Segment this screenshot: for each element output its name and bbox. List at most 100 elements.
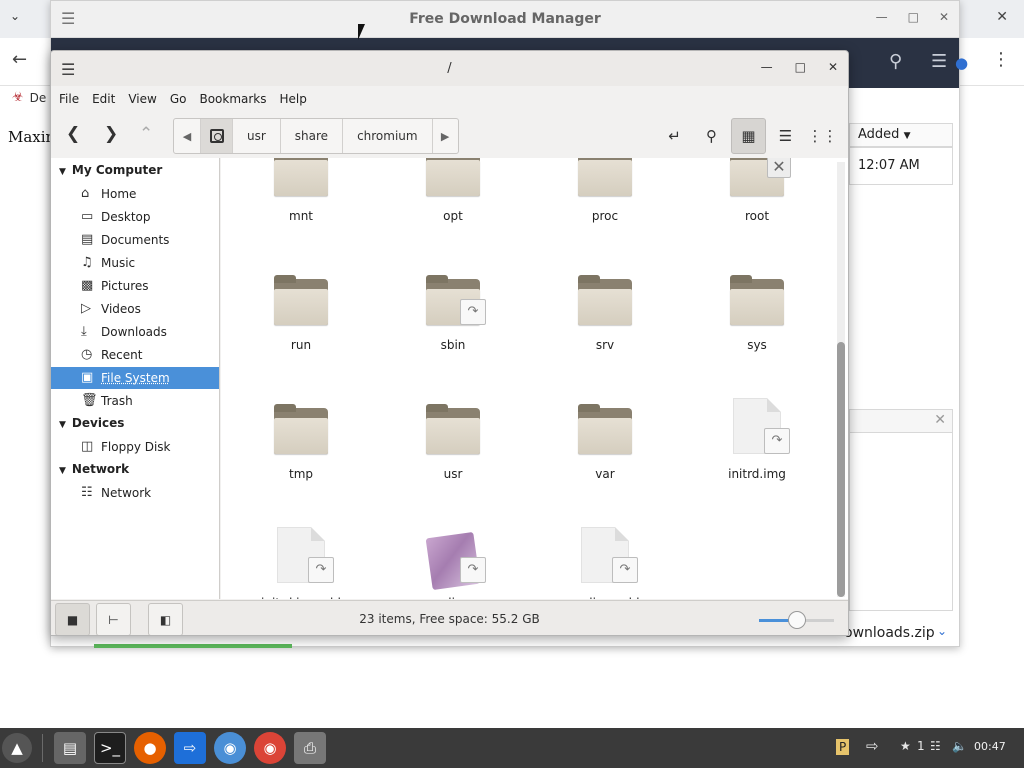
file-item-tmp[interactable]: tmp (236, 386, 366, 506)
menu-go[interactable]: Go (170, 89, 195, 111)
vertical-scrollbar[interactable] (837, 162, 845, 597)
file-item-sys[interactable]: sys (692, 257, 822, 377)
breadcrumb-share[interactable]: share (279, 119, 342, 153)
sidebar-item-recent[interactable]: ◷ Recent (51, 344, 219, 366)
volume-icon[interactable]: 🔈 (952, 739, 967, 753)
file-item-run[interactable]: run (236, 257, 366, 377)
file-item-root[interactable]: ✕ root (692, 158, 822, 248)
sidebar-header-network[interactable]: ▼ Network (59, 462, 129, 476)
download-row[interactable]: 12:07 AM (849, 147, 953, 185)
sidebar-item-desktop[interactable]: ▭ Desktop (51, 206, 219, 228)
sidebar-header-label: Network (71, 462, 130, 476)
menubar: File Edit View Go Bookmarks Help (51, 89, 320, 111)
column-header-added[interactable]: Added ▼ (849, 123, 953, 147)
sidebar-item-trash[interactable]: 🗑 Trash (51, 390, 219, 412)
sidebar-header-my-computer[interactable]: ▼ My Computer (59, 163, 162, 177)
bookmark-label: De (29, 90, 47, 105)
sidebar-item-music[interactable]: ♫ Music (51, 252, 219, 274)
no-access-badge-icon: ✕ (767, 158, 791, 178)
network-tray-icon[interactable]: ☷ (930, 739, 941, 753)
fdm-tray-icon[interactable]: ⇨ (866, 737, 879, 755)
file-item-var[interactable]: var (540, 386, 670, 506)
close-icon[interactable]: ✕ (934, 412, 946, 428)
chevron-down-icon[interactable]: ⌄ (937, 624, 947, 638)
file-manager-task-icon[interactable]: ▤ (54, 732, 86, 764)
file-item-initrd-img[interactable]: ↷ initrd.img (692, 386, 822, 506)
icon-view-icon[interactable]: ▦ (731, 118, 766, 154)
back-arrow-icon[interactable]: ← (12, 49, 27, 70)
close-icon[interactable]: ✕ (939, 10, 949, 24)
maximize-icon[interactable]: □ (908, 10, 919, 24)
minimize-icon[interactable]: — (876, 10, 888, 24)
free-download-manager-icon[interactable]: ⇨ (174, 732, 206, 764)
breadcrumb-left-icon[interactable]: ◀ (174, 119, 200, 153)
menu-edit[interactable]: Edit (92, 89, 123, 111)
sidebar-item-downloads[interactable]: ⤓ Downloads (51, 321, 219, 343)
sidebar-item-videos[interactable]: ▷ Videos (51, 298, 219, 320)
search-icon[interactable]: ⚲ (889, 51, 902, 72)
sidebar-item-label: Trash (101, 394, 133, 408)
sidebar-item-pictures[interactable]: ▩ Pictures (51, 275, 219, 297)
fm-window-title: / (447, 61, 452, 76)
file-item-vmlinuz-old[interactable]: ↷ vmlinuz.old (540, 515, 670, 599)
file-item-proc[interactable]: proc (540, 158, 670, 248)
compact-view-icon[interactable]: ⋮⋮ (805, 118, 840, 154)
search-icon[interactable]: ⚲ (694, 118, 729, 154)
zoom-slider-knob[interactable] (787, 611, 806, 629)
breadcrumb-usr[interactable]: usr (232, 119, 280, 153)
sidebar-item-network[interactable]: ☷ Network (51, 482, 219, 504)
maximize-icon[interactable]: □ (795, 60, 806, 74)
menu-file[interactable]: File (59, 89, 87, 111)
file-item-opt[interactable]: opt (388, 158, 518, 248)
file-item-vmlinuz[interactable]: ↷ vmlinuz (388, 515, 518, 599)
sidebar-item-floppy-disk[interactable]: ◫ Floppy Disk (51, 436, 219, 458)
close-icon[interactable]: ✕ (828, 60, 838, 74)
file-item-initrd-img-old[interactable]: ↷ initrd.img.old (236, 515, 366, 599)
fdm-titlebar: ☰ Free Download Manager — □ ✕ (51, 1, 959, 38)
breadcrumb-root[interactable] (200, 119, 232, 153)
up-icon[interactable]: ⌃ (139, 124, 153, 144)
file-item-mnt[interactable]: mnt (236, 158, 366, 248)
menu-bookmarks[interactable]: Bookmarks (199, 89, 274, 111)
zoom-slider[interactable] (759, 611, 834, 629)
folder-icon (578, 275, 632, 325)
row-added-time: 12:07 AM (858, 158, 920, 173)
breadcrumb-right-icon[interactable]: ▶ (431, 119, 458, 153)
sidebar-item-file-system[interactable]: ▣ File System (51, 367, 219, 389)
file-item-sbin[interactable]: ↷ sbin (388, 257, 518, 377)
sidebar-item-label: Home (101, 187, 137, 201)
breadcrumb-chromium[interactable]: chromium (342, 119, 432, 153)
notification-icon[interactable]: ★ (900, 739, 911, 753)
chrome-dev-icon[interactable]: ◉ (254, 732, 286, 764)
toggle-location-icon[interactable]: ↵ (657, 118, 692, 154)
sidebar-item-documents[interactable]: ▤ Documents (51, 229, 219, 251)
file-item-srv[interactable]: srv (540, 257, 670, 377)
sidebar-header-devices[interactable]: ▼ Devices (59, 416, 124, 430)
user-icon[interactable]: ● (955, 54, 968, 72)
kebab-menu-icon[interactable]: ⋮ (992, 49, 1010, 70)
clock[interactable]: 00:47 (974, 740, 1006, 753)
clipboard-icon[interactable]: P (836, 739, 850, 755)
terminal-icon[interactable]: >_ (94, 732, 126, 764)
printer-icon[interactable]: ⎙ (294, 732, 326, 764)
menu-help[interactable]: Help (280, 89, 315, 111)
app-menu-icon[interactable]: ▲ (2, 733, 32, 763)
recent-icon: ◷ (81, 347, 93, 362)
file-label: mnt (289, 209, 313, 223)
close-icon[interactable]: ✕ (996, 9, 1008, 25)
expander-icon: ▼ (59, 420, 66, 430)
file-item-usr[interactable]: usr (388, 386, 518, 506)
back-icon[interactable]: ❮ (66, 124, 80, 144)
sidebar-item-home[interactable]: ⌂ Home (51, 183, 219, 205)
menu-icon[interactable]: ☰ (931, 51, 947, 72)
minimize-icon[interactable]: — (761, 60, 773, 74)
menu-view[interactable]: View (128, 89, 164, 111)
list-view-icon[interactable]: ☰ (768, 118, 803, 154)
bookmark-item[interactable]: ☣ De (12, 90, 46, 105)
scrollbar-thumb[interactable] (837, 342, 845, 597)
firefox-icon[interactable]: ● (134, 732, 166, 764)
expander-icon: ▼ (59, 466, 66, 476)
chevron-down-icon[interactable]: ⌄ (10, 9, 20, 23)
forward-icon[interactable]: ❯ (104, 124, 118, 144)
chromium-icon[interactable]: ◉ (214, 732, 246, 764)
